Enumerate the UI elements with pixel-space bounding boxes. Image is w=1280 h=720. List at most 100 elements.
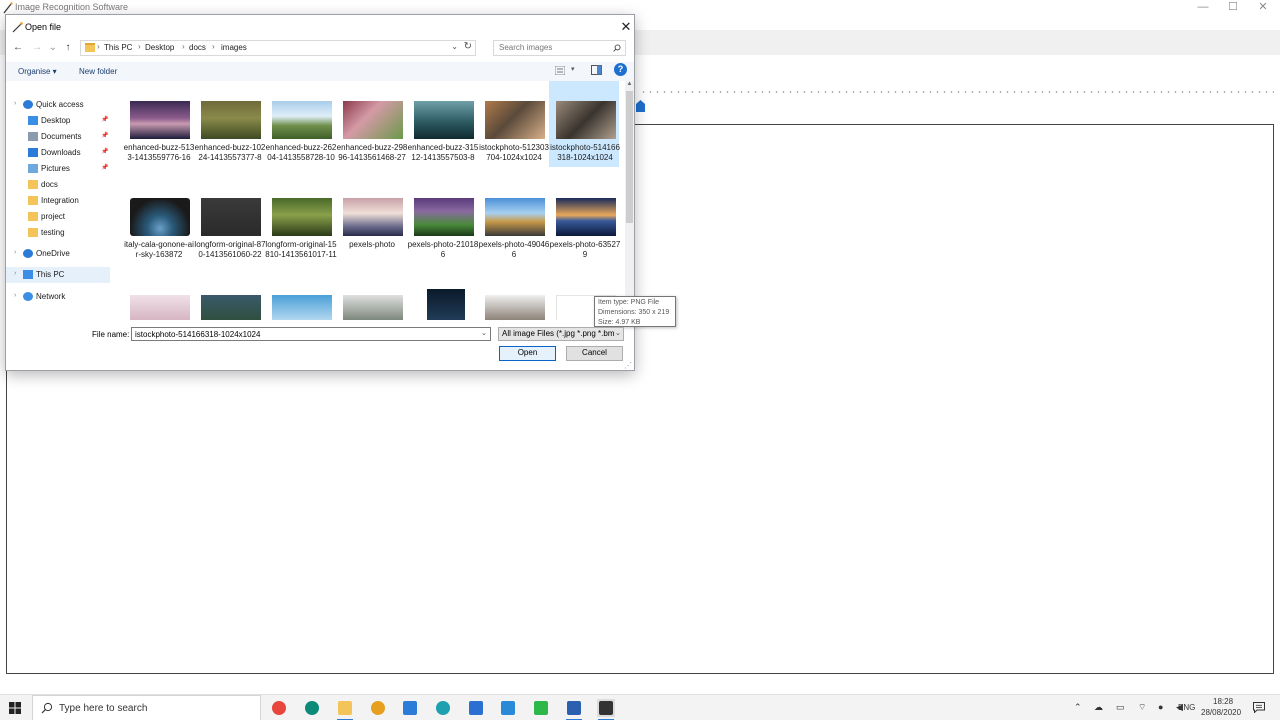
file-item[interactable]: istockphoto-512303704-1024x1024 xyxy=(478,81,549,167)
nav-item-testing[interactable]: testing xyxy=(6,225,110,241)
nav-item-onedrive[interactable]: › OneDrive xyxy=(6,246,110,262)
app-icon[interactable] xyxy=(303,699,321,717)
new-folder-button[interactable]: New folder xyxy=(79,67,117,76)
dialog-title: Open file xyxy=(25,22,62,32)
file-item[interactable]: pexels-photo xyxy=(336,172,406,264)
file-item[interactable] xyxy=(123,269,193,320)
dialog-close-button[interactable]: ✕ xyxy=(618,19,634,35)
file-name: longform-original-870-1413561060-22 xyxy=(194,240,266,259)
nav-item-docs[interactable]: docs xyxy=(6,177,110,193)
language-indicator[interactable]: ENG xyxy=(1178,703,1195,712)
refresh-icon[interactable]: ↻ xyxy=(464,41,472,52)
chevron-down-icon[interactable]: ⌄ xyxy=(481,329,487,337)
word-icon[interactable] xyxy=(565,699,583,720)
file-item[interactable]: longform-original-870-1413561060-22 xyxy=(194,172,266,264)
file-item[interactable]: pexels-photo-210186 xyxy=(407,172,478,264)
scroll-up-icon[interactable]: ▲ xyxy=(625,81,634,90)
nav-item-project[interactable]: project xyxy=(6,209,110,225)
app-icon[interactable] xyxy=(532,699,550,717)
clock-date[interactable]: 28/08/2020 xyxy=(1201,708,1241,717)
vertical-scrollbar[interactable]: ▲ xyxy=(625,81,634,320)
image-recognition-icon[interactable] xyxy=(597,699,615,720)
file-item[interactable]: istockphoto-514166318-1024x1024 xyxy=(549,81,620,167)
nav-item-label: testing xyxy=(41,228,65,237)
nav-item-network[interactable]: › Network xyxy=(6,289,110,305)
preview-pane-icon[interactable] xyxy=(591,65,602,75)
file-item[interactable]: italy-cala-gonone-air-sky-163872 xyxy=(123,172,194,264)
resize-grip-icon[interactable]: ⋰ xyxy=(624,361,632,370)
taskbar-search-input[interactable]: Type here to search xyxy=(59,703,147,714)
back-button[interactable]: ← xyxy=(11,41,25,55)
minimize-button[interactable]: — xyxy=(1186,0,1220,17)
breadcrumb-images[interactable]: images xyxy=(221,43,247,52)
nav-item-documents[interactable]: Documents 📌 xyxy=(6,129,110,145)
taskbar-search-box[interactable]: Type here to search xyxy=(32,695,261,720)
chevron-down-icon[interactable]: ⌄ xyxy=(615,329,621,337)
wifi-icon[interactable]: ⌔ xyxy=(1138,702,1146,713)
file-item[interactable] xyxy=(336,269,406,320)
file-thumbnail xyxy=(556,101,616,139)
file-item[interactable]: enhanced-buzz-29896-1413561468-27 xyxy=(336,81,407,167)
expand-chevron-icon[interactable]: › xyxy=(14,100,16,107)
chrome-icon[interactable] xyxy=(270,699,288,717)
pin-icon: 📌 xyxy=(101,117,109,123)
chevron-down-icon[interactable]: ⌄ xyxy=(451,42,458,51)
chevron-down-icon[interactable]: ▾ xyxy=(571,65,575,73)
mail-icon[interactable] xyxy=(467,699,485,717)
nav-item-downloads[interactable]: Downloads 📌 xyxy=(6,145,110,161)
address-bar[interactable]: › This PC › Desktop › docs › images ⌄ ↻ xyxy=(80,40,476,56)
expand-chevron-icon[interactable]: › xyxy=(14,270,16,277)
file-item[interactable]: enhanced-buzz-10224-1413557377-8 xyxy=(194,81,265,167)
help-icon[interactable]: ? xyxy=(614,63,627,76)
nav-item-desktop[interactable]: Desktop 📌 xyxy=(6,113,110,129)
app-icon[interactable] xyxy=(401,699,419,717)
expand-chevron-icon[interactable]: › xyxy=(14,292,16,299)
close-button[interactable]: ✕ xyxy=(1246,0,1280,17)
file-item[interactable]: longform-original-15810-1413561017-11 xyxy=(265,172,337,264)
notification-icon[interactable] xyxy=(1253,702,1265,713)
breadcrumb-docs[interactable]: docs xyxy=(189,43,206,52)
clock-time[interactable]: 18:28 xyxy=(1213,697,1233,706)
file-item[interactable]: enhanced-buzz-31512-1413557503-8 xyxy=(407,81,478,167)
file-explorer-icon[interactable] xyxy=(336,699,354,720)
nav-item-pictures[interactable]: Pictures 📌 xyxy=(6,161,110,177)
file-item[interactable] xyxy=(407,269,477,320)
file-item[interactable] xyxy=(478,269,548,320)
file-item[interactable]: enhanced-buzz-26204-1413558728-10 xyxy=(265,81,336,167)
file-name-input[interactable] xyxy=(131,327,491,341)
search-input[interactable]: Search images xyxy=(499,43,552,52)
file-item[interactable] xyxy=(265,269,335,320)
nav-item-this-pc[interactable]: › This PC xyxy=(6,267,110,283)
open-button[interactable]: Open xyxy=(499,346,556,361)
view-options-icon[interactable] xyxy=(555,66,565,75)
forward-button[interactable]: → xyxy=(30,41,44,55)
chrome-canary-icon[interactable] xyxy=(369,699,387,717)
cancel-button[interactable]: Cancel xyxy=(566,346,623,361)
microphone-icon[interactable]: ● xyxy=(1158,702,1163,712)
onedrive-tray-icon[interactable]: ☁ xyxy=(1094,702,1103,713)
search-box[interactable]: Search images xyxy=(493,40,626,56)
windows-start-icon[interactable] xyxy=(9,702,21,714)
vscode-icon[interactable] xyxy=(499,699,517,717)
expand-chevron-icon[interactable]: › xyxy=(14,249,16,256)
scrollbar-thumb[interactable] xyxy=(626,91,633,223)
nav-item-quick-access[interactable]: › Quick access xyxy=(6,97,110,113)
chevron-up-icon[interactable]: ⌃ xyxy=(1074,702,1082,713)
ruler-handle[interactable] xyxy=(636,100,645,112)
breadcrumb-desktop[interactable]: Desktop xyxy=(145,43,174,52)
nav-item-integration[interactable]: Integration xyxy=(6,193,110,209)
file-item[interactable]: pexels-photo-635279 xyxy=(549,172,620,264)
breadcrumb-this-pc[interactable]: This PC xyxy=(104,43,132,52)
file-item[interactable] xyxy=(194,269,264,320)
up-button[interactable]: ↑ xyxy=(61,41,75,55)
file-explorer-icon-glyph xyxy=(338,701,352,715)
battery-icon[interactable]: ▭ xyxy=(1116,702,1125,713)
file-type-filter[interactable]: All image Files (*.jpg *.png *.bm xyxy=(498,327,624,341)
file-item[interactable]: enhanced-buzz-5133-1413559776-16 xyxy=(123,81,194,167)
recent-locations-button[interactable]: ⌄ xyxy=(46,41,60,55)
organise-button[interactable]: Organise ▾ xyxy=(18,67,57,76)
file-list[interactable]: enhanced-buzz-5133-1413559776-16 enhanced… xyxy=(118,81,624,320)
file-item[interactable]: pexels-photo-490466 xyxy=(478,172,549,264)
edge-icon[interactable] xyxy=(434,699,452,717)
maximize-button[interactable]: ☐ xyxy=(1216,0,1250,17)
